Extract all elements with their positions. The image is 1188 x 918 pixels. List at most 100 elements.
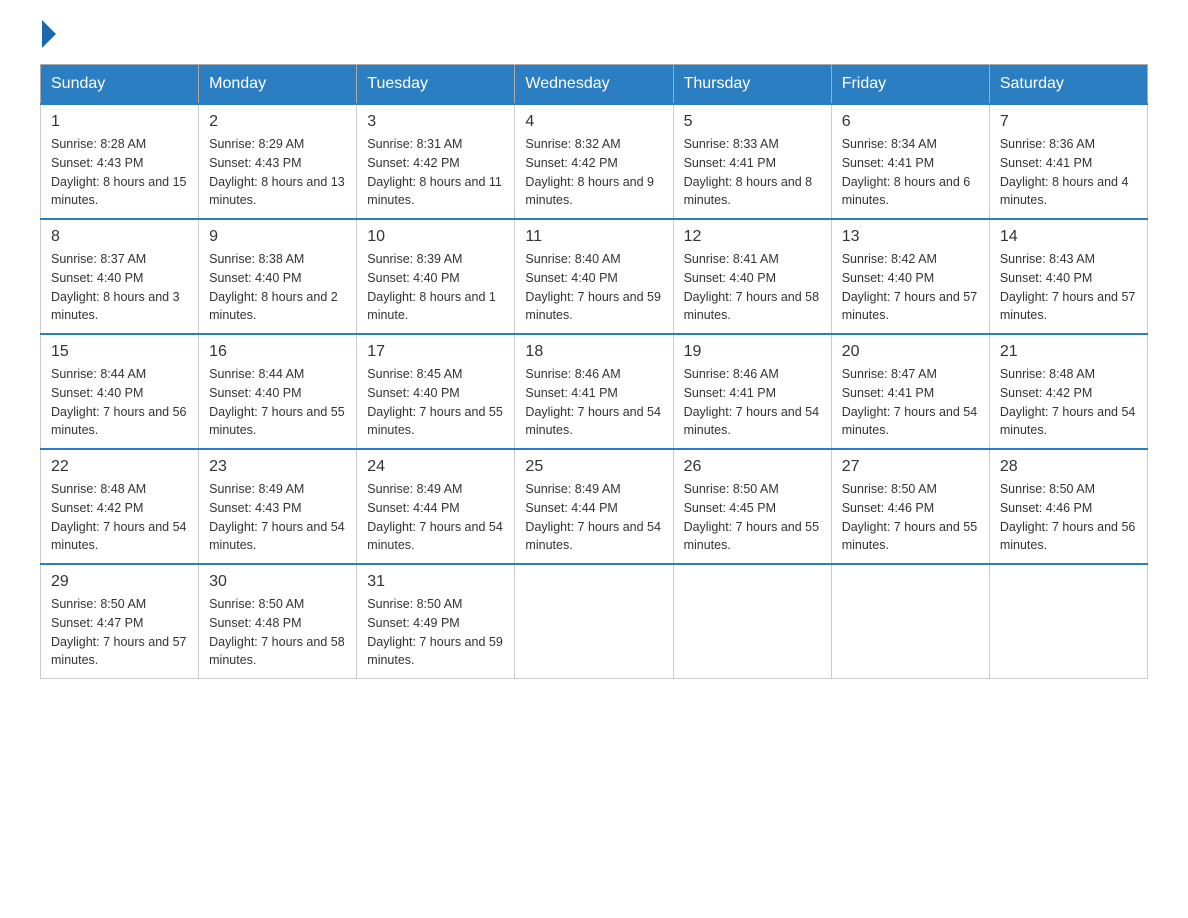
day-info: Sunrise: 8:31 AM Sunset: 4:42 PM Dayligh…: [367, 135, 504, 210]
day-number: 10: [367, 228, 504, 246]
day-info: Sunrise: 8:46 AM Sunset: 4:41 PM Dayligh…: [684, 365, 821, 440]
week-row-4: 22 Sunrise: 8:48 AM Sunset: 4:42 PM Dayl…: [41, 449, 1148, 564]
calendar-cell: 15 Sunrise: 8:44 AM Sunset: 4:40 PM Dayl…: [41, 334, 199, 449]
day-info: Sunrise: 8:44 AM Sunset: 4:40 PM Dayligh…: [51, 365, 188, 440]
calendar-cell: 26 Sunrise: 8:50 AM Sunset: 4:45 PM Dayl…: [673, 449, 831, 564]
calendar-cell: 14 Sunrise: 8:43 AM Sunset: 4:40 PM Dayl…: [989, 219, 1147, 334]
calendar-cell: 20 Sunrise: 8:47 AM Sunset: 4:41 PM Dayl…: [831, 334, 989, 449]
day-number: 30: [209, 573, 346, 591]
calendar-cell: 7 Sunrise: 8:36 AM Sunset: 4:41 PM Dayli…: [989, 104, 1147, 219]
day-number: 21: [1000, 343, 1137, 361]
day-info: Sunrise: 8:42 AM Sunset: 4:40 PM Dayligh…: [842, 250, 979, 325]
day-info: Sunrise: 8:50 AM Sunset: 4:49 PM Dayligh…: [367, 595, 504, 670]
day-info: Sunrise: 8:29 AM Sunset: 4:43 PM Dayligh…: [209, 135, 346, 210]
calendar-cell: 22 Sunrise: 8:48 AM Sunset: 4:42 PM Dayl…: [41, 449, 199, 564]
day-number: 25: [525, 458, 662, 476]
day-number: 8: [51, 228, 188, 246]
day-info: Sunrise: 8:41 AM Sunset: 4:40 PM Dayligh…: [684, 250, 821, 325]
day-info: Sunrise: 8:48 AM Sunset: 4:42 PM Dayligh…: [51, 480, 188, 555]
weekday-header-friday: Friday: [831, 65, 989, 105]
day-info: Sunrise: 8:34 AM Sunset: 4:41 PM Dayligh…: [842, 135, 979, 210]
day-info: Sunrise: 8:37 AM Sunset: 4:40 PM Dayligh…: [51, 250, 188, 325]
calendar-cell: 3 Sunrise: 8:31 AM Sunset: 4:42 PM Dayli…: [357, 104, 515, 219]
calendar-cell: 30 Sunrise: 8:50 AM Sunset: 4:48 PM Dayl…: [199, 564, 357, 679]
day-info: Sunrise: 8:38 AM Sunset: 4:40 PM Dayligh…: [209, 250, 346, 325]
calendar-cell: 23 Sunrise: 8:49 AM Sunset: 4:43 PM Dayl…: [199, 449, 357, 564]
calendar-table: SundayMondayTuesdayWednesdayThursdayFrid…: [40, 64, 1148, 679]
day-number: 6: [842, 113, 979, 131]
week-row-3: 15 Sunrise: 8:44 AM Sunset: 4:40 PM Dayl…: [41, 334, 1148, 449]
day-info: Sunrise: 8:33 AM Sunset: 4:41 PM Dayligh…: [684, 135, 821, 210]
day-number: 12: [684, 228, 821, 246]
day-info: Sunrise: 8:49 AM Sunset: 4:44 PM Dayligh…: [525, 480, 662, 555]
day-number: 3: [367, 113, 504, 131]
calendar-cell: 18 Sunrise: 8:46 AM Sunset: 4:41 PM Dayl…: [515, 334, 673, 449]
weekday-header-monday: Monday: [199, 65, 357, 105]
day-info: Sunrise: 8:44 AM Sunset: 4:40 PM Dayligh…: [209, 365, 346, 440]
day-number: 20: [842, 343, 979, 361]
day-info: Sunrise: 8:32 AM Sunset: 4:42 PM Dayligh…: [525, 135, 662, 210]
week-row-1: 1 Sunrise: 8:28 AM Sunset: 4:43 PM Dayli…: [41, 104, 1148, 219]
day-number: 7: [1000, 113, 1137, 131]
weekday-header-thursday: Thursday: [673, 65, 831, 105]
calendar-cell: 1 Sunrise: 8:28 AM Sunset: 4:43 PM Dayli…: [41, 104, 199, 219]
day-info: Sunrise: 8:47 AM Sunset: 4:41 PM Dayligh…: [842, 365, 979, 440]
header: [40, 30, 1148, 44]
day-info: Sunrise: 8:36 AM Sunset: 4:41 PM Dayligh…: [1000, 135, 1137, 210]
weekday-header-saturday: Saturday: [989, 65, 1147, 105]
day-number: 5: [684, 113, 821, 131]
day-number: 28: [1000, 458, 1137, 476]
calendar-cell: 2 Sunrise: 8:29 AM Sunset: 4:43 PM Dayli…: [199, 104, 357, 219]
calendar-cell: 27 Sunrise: 8:50 AM Sunset: 4:46 PM Dayl…: [831, 449, 989, 564]
weekday-header-wednesday: Wednesday: [515, 65, 673, 105]
day-number: 18: [525, 343, 662, 361]
day-info: Sunrise: 8:49 AM Sunset: 4:44 PM Dayligh…: [367, 480, 504, 555]
day-number: 29: [51, 573, 188, 591]
calendar-cell: 21 Sunrise: 8:48 AM Sunset: 4:42 PM Dayl…: [989, 334, 1147, 449]
calendar-cell: [989, 564, 1147, 679]
calendar-cell: 8 Sunrise: 8:37 AM Sunset: 4:40 PM Dayli…: [41, 219, 199, 334]
day-info: Sunrise: 8:40 AM Sunset: 4:40 PM Dayligh…: [525, 250, 662, 325]
day-number: 4: [525, 113, 662, 131]
calendar-cell: 9 Sunrise: 8:38 AM Sunset: 4:40 PM Dayli…: [199, 219, 357, 334]
day-number: 31: [367, 573, 504, 591]
calendar-cell: 28 Sunrise: 8:50 AM Sunset: 4:46 PM Dayl…: [989, 449, 1147, 564]
day-info: Sunrise: 8:46 AM Sunset: 4:41 PM Dayligh…: [525, 365, 662, 440]
day-number: 22: [51, 458, 188, 476]
week-row-2: 8 Sunrise: 8:37 AM Sunset: 4:40 PM Dayli…: [41, 219, 1148, 334]
day-info: Sunrise: 8:50 AM Sunset: 4:45 PM Dayligh…: [684, 480, 821, 555]
calendar-cell: 10 Sunrise: 8:39 AM Sunset: 4:40 PM Dayl…: [357, 219, 515, 334]
logo-triangle-icon: [42, 20, 56, 48]
weekday-header-tuesday: Tuesday: [357, 65, 515, 105]
day-info: Sunrise: 8:43 AM Sunset: 4:40 PM Dayligh…: [1000, 250, 1137, 325]
day-number: 16: [209, 343, 346, 361]
weekday-header-row: SundayMondayTuesdayWednesdayThursdayFrid…: [41, 65, 1148, 105]
day-number: 11: [525, 228, 662, 246]
calendar-cell: 4 Sunrise: 8:32 AM Sunset: 4:42 PM Dayli…: [515, 104, 673, 219]
day-number: 23: [209, 458, 346, 476]
day-info: Sunrise: 8:50 AM Sunset: 4:46 PM Dayligh…: [1000, 480, 1137, 555]
calendar-cell: [831, 564, 989, 679]
day-info: Sunrise: 8:28 AM Sunset: 4:43 PM Dayligh…: [51, 135, 188, 210]
calendar-cell: 16 Sunrise: 8:44 AM Sunset: 4:40 PM Dayl…: [199, 334, 357, 449]
calendar-cell: 5 Sunrise: 8:33 AM Sunset: 4:41 PM Dayli…: [673, 104, 831, 219]
calendar-cell: 11 Sunrise: 8:40 AM Sunset: 4:40 PM Dayl…: [515, 219, 673, 334]
day-number: 15: [51, 343, 188, 361]
day-info: Sunrise: 8:48 AM Sunset: 4:42 PM Dayligh…: [1000, 365, 1137, 440]
calendar-cell: 29 Sunrise: 8:50 AM Sunset: 4:47 PM Dayl…: [41, 564, 199, 679]
day-number: 19: [684, 343, 821, 361]
day-info: Sunrise: 8:49 AM Sunset: 4:43 PM Dayligh…: [209, 480, 346, 555]
day-number: 24: [367, 458, 504, 476]
day-info: Sunrise: 8:39 AM Sunset: 4:40 PM Dayligh…: [367, 250, 504, 325]
day-number: 14: [1000, 228, 1137, 246]
day-number: 1: [51, 113, 188, 131]
week-row-5: 29 Sunrise: 8:50 AM Sunset: 4:47 PM Dayl…: [41, 564, 1148, 679]
day-info: Sunrise: 8:50 AM Sunset: 4:48 PM Dayligh…: [209, 595, 346, 670]
calendar-cell: [515, 564, 673, 679]
calendar-cell: 12 Sunrise: 8:41 AM Sunset: 4:40 PM Dayl…: [673, 219, 831, 334]
calendar-cell: 6 Sunrise: 8:34 AM Sunset: 4:41 PM Dayli…: [831, 104, 989, 219]
calendar-cell: 17 Sunrise: 8:45 AM Sunset: 4:40 PM Dayl…: [357, 334, 515, 449]
day-number: 2: [209, 113, 346, 131]
day-number: 9: [209, 228, 346, 246]
calendar-cell: [673, 564, 831, 679]
